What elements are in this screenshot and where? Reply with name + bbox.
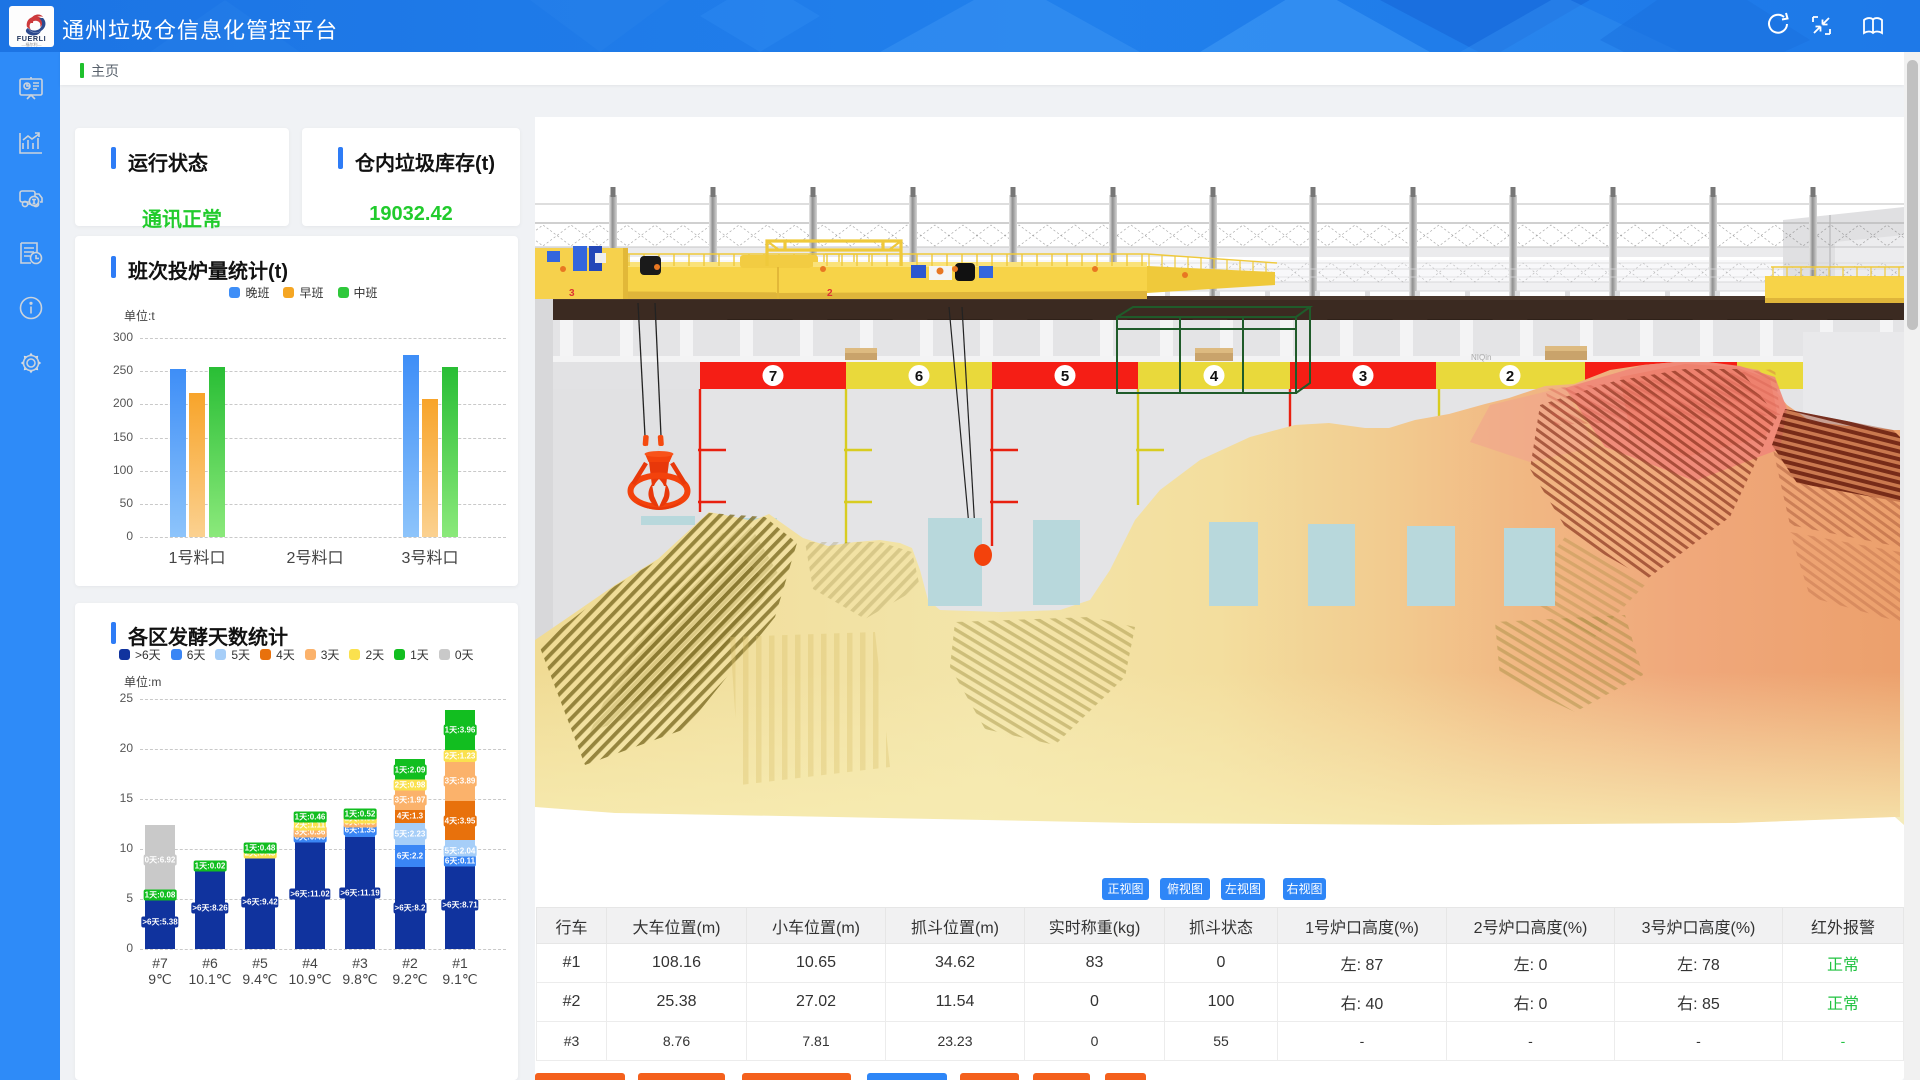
svg-text:—福尔利—: —福尔利— xyxy=(22,41,42,47)
svg-text:5: 5 xyxy=(1061,368,1069,385)
svg-text:2: 2 xyxy=(827,288,833,299)
svg-text:6: 6 xyxy=(915,368,923,385)
svg-text:3: 3 xyxy=(1359,368,1367,385)
svg-text:7: 7 xyxy=(769,368,777,385)
svg-text:NIQin: NIQin xyxy=(1471,353,1491,362)
svg-text:2: 2 xyxy=(1506,368,1514,385)
svg-text:3: 3 xyxy=(569,288,575,299)
svg-text:4: 4 xyxy=(1210,368,1219,385)
